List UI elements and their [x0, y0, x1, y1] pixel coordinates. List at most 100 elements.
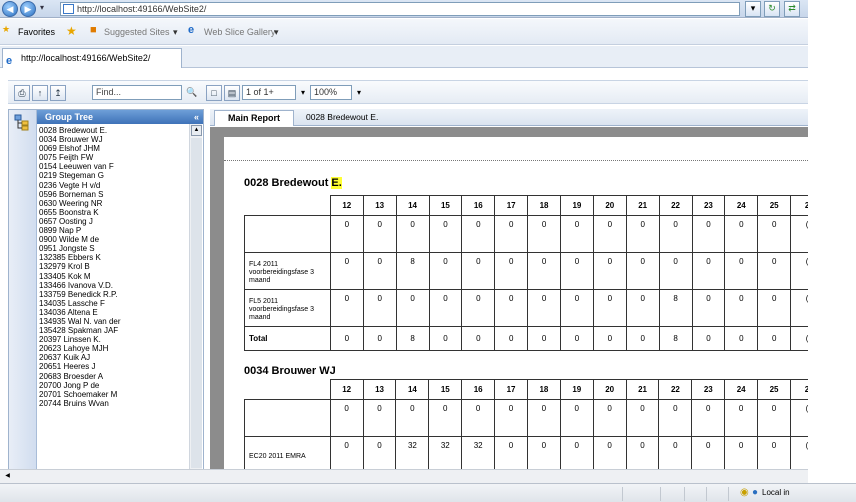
zoom-select[interactable]: 100% [310, 85, 352, 100]
first-page-icon[interactable]: □ [206, 85, 222, 101]
web-slice-gallery-link[interactable]: Web Slice Gallery [204, 27, 275, 37]
web-slice-chevron-icon[interactable]: ▾ [274, 27, 279, 38]
group-tree-item[interactable]: 0657 Oosting J [39, 217, 189, 226]
group-tree-item[interactable]: 132385 Ebbers K [39, 253, 189, 262]
value-cell: 0 [691, 326, 726, 351]
refresh-icon[interactable]: ⇄ [784, 1, 800, 17]
value-cell: 8 [395, 252, 430, 290]
tab-subreport[interactable]: 0028 Bredewout E. [306, 110, 378, 125]
group-tree-item[interactable]: 134035 Lassche F [39, 299, 189, 308]
print-icon[interactable]: ⎙ [14, 85, 30, 101]
group-tree-collapse-button[interactable]: « [194, 110, 199, 124]
group-tree-item[interactable]: 0154 Leeuwen van F [39, 162, 189, 171]
drill-up-icon[interactable]: ↥ [50, 85, 66, 101]
group-tree-item[interactable]: 20744 Bruins Wvan [39, 399, 189, 408]
value-cell: 0 [757, 215, 792, 253]
value-cell: 0 [592, 399, 627, 437]
value-cell: 0 [329, 252, 364, 290]
value-cell: 0 [526, 399, 561, 437]
value-cell: 0 [362, 252, 397, 290]
group-tree-item[interactable]: 0596 Borneman S [39, 190, 189, 199]
group-tree-item[interactable]: 134935 Wal N. van der [39, 317, 189, 326]
forward-icon[interactable]: ▶ [20, 1, 36, 17]
favorites-button[interactable]: Favorites [18, 27, 55, 37]
browser-tab[interactable]: e http://localhost:49166/WebSite2/ [2, 48, 182, 68]
group-tree-item[interactable]: 133759 Benedick R.P. [39, 290, 189, 299]
group-tree-item[interactable]: 0069 Elshof JHM [39, 144, 189, 153]
group-tree-item[interactable]: 0655 Boonstra K [39, 208, 189, 217]
value-cell: 0 [428, 289, 463, 327]
page-dropdown-icon[interactable]: ▾ [297, 85, 309, 100]
value-cell: 0 [461, 289, 496, 327]
value-cell: 0 [527, 289, 561, 327]
url-input[interactable]: http://localhost:49166/WebSite2/ [60, 2, 740, 16]
column-header: 14 [395, 379, 430, 400]
group-tree-panel: Group Tree « 0028 Bredewout E. 0034 Brouw… [8, 109, 204, 471]
value-cell: 0 [592, 252, 627, 290]
group-tree-item[interactable]: 0028 Bredewout E. [39, 126, 189, 135]
history-dropdown-icon[interactable]: ▾ [40, 3, 44, 12]
group-tree-item[interactable]: 0236 Vegte H v/d [39, 181, 189, 190]
group-tree-item[interactable]: 20683 Broesder A [39, 372, 189, 381]
value-cell: ( [789, 436, 808, 469]
compat-view-icon[interactable]: ↻ [764, 1, 780, 17]
group-tree-item[interactable]: 134036 Altena E [39, 308, 189, 317]
horizontal-scrollbar[interactable]: ◀ [0, 469, 808, 483]
page-number-input[interactable]: 1 of 1+ [242, 85, 296, 100]
group-tree-item[interactable]: 0899 Nap P [39, 226, 189, 235]
export-icon[interactable]: ↑ [32, 85, 48, 101]
favorites-star-icon: ★ [2, 24, 11, 34]
group-tree-item[interactable]: 0951 Jongste S [39, 244, 189, 253]
group-tree-item[interactable]: 0219 Stegeman G [39, 171, 189, 180]
group-tree-item[interactable]: 132979 Krol B [39, 262, 189, 271]
goto-page-icon[interactable]: ▤ [224, 85, 240, 101]
scroll-left-icon[interactable]: ◀ [2, 471, 13, 482]
group-tree-item[interactable]: 133405 Kok M [39, 272, 189, 281]
value-cell: 0 [592, 289, 627, 327]
favorites-bar: ★ Favorites ★ ■ Suggested Sites ▾ e Web … [0, 19, 810, 45]
group-tree-header: Group Tree « [37, 110, 203, 124]
group-tree-item[interactable]: 20701 Schoemaker M [39, 390, 189, 399]
group-tree-toggle-icon[interactable] [13, 113, 31, 131]
group-tree-item[interactable]: 20651 Heeres J [39, 362, 189, 371]
zoom-dropdown-icon[interactable]: ▾ [353, 85, 365, 100]
group-tree-item[interactable]: 20637 Kuik AJ [39, 353, 189, 362]
find-input[interactable]: Find... [92, 85, 182, 100]
value-cell: 0 [362, 399, 397, 437]
group-tree-list: 0028 Bredewout E. 0034 Brouwer WJ 0069 Els… [39, 126, 189, 470]
value-cell: 0 [625, 215, 660, 253]
suggested-sites-link[interactable]: Suggested Sites [104, 27, 170, 37]
value-cell: 0 [658, 436, 693, 469]
add-favorites-icon[interactable]: ★ [66, 24, 77, 38]
group-tree-item[interactable]: 0630 Weering NR [39, 199, 189, 208]
binoculars-icon[interactable]: 🔍 [184, 85, 200, 101]
column-header: 16 [461, 379, 496, 400]
scroll-up-icon[interactable]: ▲ [191, 125, 202, 136]
column-header: 14 [395, 195, 430, 216]
value-cell: 0 [395, 289, 430, 327]
page-header-band [224, 137, 808, 161]
status-cell [706, 487, 707, 501]
tab-main-report[interactable]: Main Report [214, 110, 294, 126]
report-page: 0028 Bredewout E. 12 13 14 15 16 17 18 19 20 21 22 2… [224, 137, 808, 469]
group-tree-item[interactable]: 0075 Feijth FW [39, 153, 189, 162]
value-cell: 0 [362, 289, 397, 327]
web-slice-icon: e [188, 24, 195, 36]
group-tree-scrollbar[interactable]: ▲ [189, 124, 202, 470]
suggested-sites-chevron-icon[interactable]: ▾ [173, 27, 178, 38]
value-cell: 0 [691, 399, 726, 437]
value-cell: 0 [560, 252, 594, 290]
scroll-thumb[interactable] [191, 138, 202, 468]
column-header: 15 [428, 195, 463, 216]
group-tree-item[interactable]: 20397 Linssen K. [39, 335, 189, 344]
section-title-text: 0028 Bredewout [244, 177, 332, 189]
url-dropdown-icon[interactable]: ▾ [745, 1, 761, 17]
group-tree-item[interactable]: 135428 Spakman JAF [39, 326, 189, 335]
group-tree-item[interactable]: 0034 Brouwer WJ [39, 135, 189, 144]
group-tree-item[interactable]: 20623 Lahoye MJH [39, 344, 189, 353]
group-tree-item[interactable]: 0900 Wilde M de [39, 235, 189, 244]
group-tree-item[interactable]: 133466 Ivanova V.D. [39, 281, 189, 290]
header-row: 12 13 14 15 16 17 18 19 20 21 22 23 24 25 2 [244, 379, 808, 400]
back-icon[interactable]: ◀ [2, 1, 18, 17]
group-tree-item[interactable]: 20700 Jong P de [39, 381, 189, 390]
